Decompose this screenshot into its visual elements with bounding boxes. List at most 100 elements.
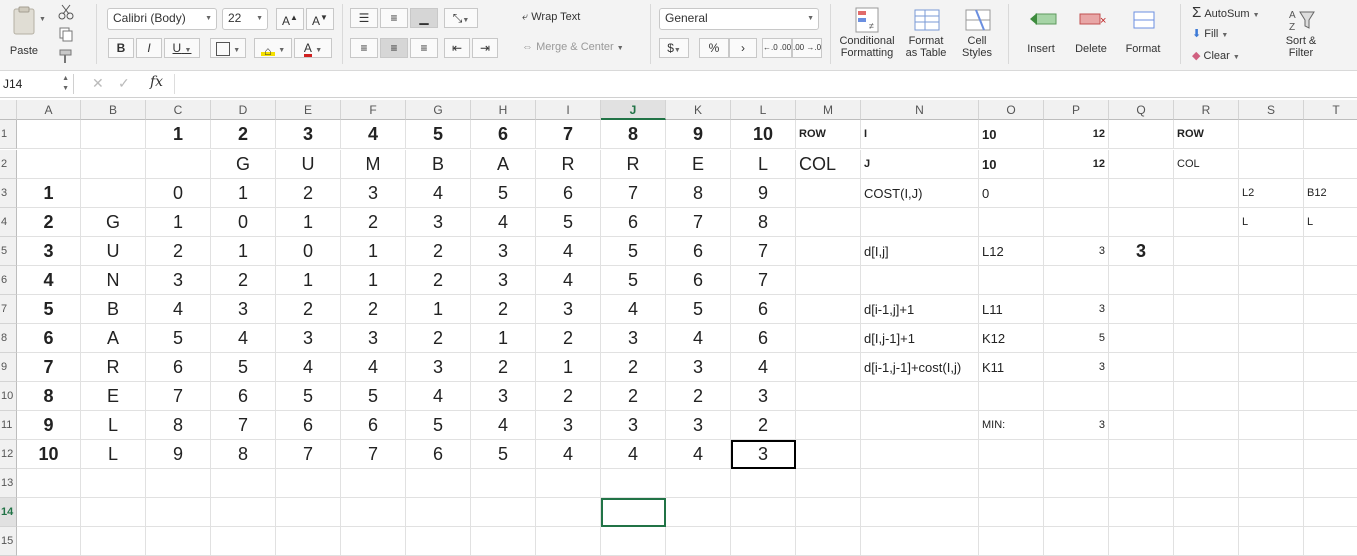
- cell-e6[interactable]: 1: [276, 266, 341, 295]
- cell-d12[interactable]: 8: [211, 440, 276, 469]
- cell-p8[interactable]: 5: [1044, 324, 1109, 353]
- cell-s3[interactable]: L2: [1239, 179, 1304, 208]
- cell-q5[interactable]: 3: [1109, 237, 1174, 266]
- cell-s5[interactable]: [1239, 237, 1304, 266]
- cell-j1[interactable]: 8: [601, 120, 666, 149]
- cell-n13[interactable]: [861, 469, 979, 498]
- cell-n6[interactable]: [861, 266, 979, 295]
- cell-k6[interactable]: 6: [666, 266, 731, 295]
- cell-m8[interactable]: [796, 324, 861, 353]
- cell-g6[interactable]: 2: [406, 266, 471, 295]
- cell-b9[interactable]: R: [81, 353, 146, 382]
- cell-m12[interactable]: [796, 440, 861, 469]
- cell-r4[interactable]: [1174, 208, 1239, 237]
- cell-e11[interactable]: 6: [276, 411, 341, 440]
- cell-o12[interactable]: [979, 440, 1044, 469]
- cell-b14[interactable]: [81, 498, 146, 527]
- cell-l3[interactable]: 9: [731, 179, 796, 208]
- cell-j9[interactable]: 2: [601, 353, 666, 382]
- cell-c12[interactable]: 9: [146, 440, 211, 469]
- cell-j13[interactable]: [601, 469, 666, 498]
- cell-r11[interactable]: [1174, 411, 1239, 440]
- cell-r8[interactable]: [1174, 324, 1239, 353]
- cell-r3[interactable]: [1174, 179, 1239, 208]
- column-header-g[interactable]: G: [406, 100, 471, 120]
- cell-k9[interactable]: 3: [666, 353, 731, 382]
- bold-button[interactable]: B: [108, 38, 134, 58]
- cell-t8[interactable]: [1304, 324, 1357, 353]
- cell-g2[interactable]: B: [406, 150, 471, 179]
- column-header-m[interactable]: M: [796, 100, 861, 120]
- cell-s7[interactable]: [1239, 295, 1304, 324]
- active-cell[interactable]: [601, 498, 666, 527]
- column-header-r[interactable]: R: [1174, 100, 1239, 120]
- cell-i14[interactable]: [536, 498, 601, 527]
- cell-m14[interactable]: [796, 498, 861, 527]
- cell-f3[interactable]: 3: [341, 179, 406, 208]
- row-header-14[interactable]: 14: [0, 498, 17, 527]
- cell-g9[interactable]: 3: [406, 353, 471, 382]
- cell-l12[interactable]: 3: [731, 440, 796, 469]
- cell-d9[interactable]: 5: [211, 353, 276, 382]
- cell-s6[interactable]: [1239, 266, 1304, 295]
- row-header-6[interactable]: 6: [0, 266, 17, 295]
- row-header-2[interactable]: 2: [0, 150, 17, 179]
- cell-a13[interactable]: [17, 469, 81, 498]
- cell-p14[interactable]: [1044, 498, 1109, 527]
- format-as-table-button[interactable]: Format as Table: [900, 6, 952, 59]
- cell-t6[interactable]: [1304, 266, 1357, 295]
- cell-o5[interactable]: L12: [979, 237, 1044, 266]
- align-top-button[interactable]: ☰: [350, 8, 378, 28]
- sort-filter-button[interactable]: AZ Sort & Filter: [1278, 6, 1324, 59]
- cell-i3[interactable]: 6: [536, 179, 601, 208]
- cell-styles-button[interactable]: Cell Styles: [954, 6, 1000, 59]
- cell-r1[interactable]: ROW: [1174, 120, 1239, 149]
- cell-k1[interactable]: 9: [666, 120, 731, 149]
- orientation-button[interactable]: ⤡▼: [444, 8, 478, 28]
- cell-e14[interactable]: [276, 498, 341, 527]
- cell-k8[interactable]: 4: [666, 324, 731, 353]
- cell-r10[interactable]: [1174, 382, 1239, 411]
- cell-j6[interactable]: 5: [601, 266, 666, 295]
- cell-h12[interactable]: 5: [471, 440, 536, 469]
- row-header-4[interactable]: 4: [0, 208, 17, 237]
- cell-c9[interactable]: 6: [146, 353, 211, 382]
- cell-p2[interactable]: 12: [1044, 150, 1109, 179]
- column-header-s[interactable]: S: [1239, 100, 1304, 120]
- cell-i6[interactable]: 4: [536, 266, 601, 295]
- cell-a1[interactable]: [17, 120, 81, 149]
- cell-b10[interactable]: E: [81, 382, 146, 411]
- cell-d8[interactable]: 4: [211, 324, 276, 353]
- cell-c8[interactable]: 5: [146, 324, 211, 353]
- wrap-text-button[interactable]: ⤶ Wrap Text: [522, 11, 580, 24]
- cell-f10[interactable]: 5: [341, 382, 406, 411]
- cell-q14[interactable]: [1109, 498, 1174, 527]
- cell-f14[interactable]: [341, 498, 406, 527]
- cell-a5[interactable]: 3: [17, 237, 81, 266]
- format-painter-icon[interactable]: [58, 48, 74, 67]
- cell-d11[interactable]: 7: [211, 411, 276, 440]
- cell-n3[interactable]: COST(I,J): [861, 179, 979, 208]
- cell-s12[interactable]: [1239, 440, 1304, 469]
- cell-i1[interactable]: 7: [536, 120, 601, 149]
- cell-l4[interactable]: 8: [731, 208, 796, 237]
- cell-d3[interactable]: 1: [211, 179, 276, 208]
- cell-g10[interactable]: 4: [406, 382, 471, 411]
- cell-p11[interactable]: 3: [1044, 411, 1109, 440]
- cell-j2[interactable]: R: [601, 150, 666, 179]
- cell-j4[interactable]: 6: [601, 208, 666, 237]
- cell-o10[interactable]: [979, 382, 1044, 411]
- cell-n10[interactable]: [861, 382, 979, 411]
- cell-s9[interactable]: [1239, 353, 1304, 382]
- align-right-button[interactable]: ≡: [410, 38, 438, 58]
- cell-m1[interactable]: ROW: [796, 120, 861, 149]
- cell-d10[interactable]: 6: [211, 382, 276, 411]
- cell-t14[interactable]: [1304, 498, 1357, 527]
- cell-m6[interactable]: [796, 266, 861, 295]
- font-size-select[interactable]: 22 ▼: [222, 8, 268, 30]
- cell-c6[interactable]: 3: [146, 266, 211, 295]
- cell-a3[interactable]: 1: [17, 179, 81, 208]
- cell-o3[interactable]: 0: [979, 179, 1044, 208]
- cell-h3[interactable]: 5: [471, 179, 536, 208]
- cell-b4[interactable]: G: [81, 208, 146, 237]
